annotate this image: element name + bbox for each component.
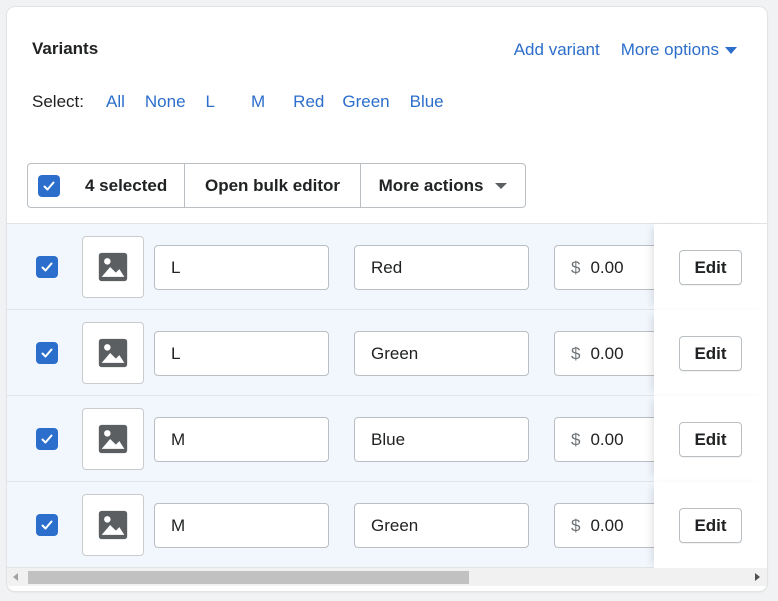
price-input[interactable]: $0.00 [554,503,664,548]
scroll-right-arrow-icon[interactable] [755,573,760,581]
variants-table: L Red $0.00 Edit L Green $0.00 Edit M Bl… [7,223,767,569]
select-filter-row: Select: All None L M Red Green Blue [32,92,464,112]
caret-down-icon [725,46,737,54]
bulk-actions-bar: 4 selected Open bulk editor More actions [27,163,526,208]
select-none-link[interactable]: None [145,92,186,112]
currency-symbol: $ [571,343,581,363]
currency-symbol: $ [571,257,581,277]
select-blue-link[interactable]: Blue [410,92,444,112]
color-input[interactable]: Green [354,503,529,548]
price-value: 0.00 [590,429,624,449]
more-options-label: More options [620,40,719,59]
price-value: 0.00 [590,343,624,363]
select-red-link[interactable]: Red [293,92,324,112]
color-input[interactable]: Blue [354,417,529,462]
price-value: 0.00 [590,515,624,535]
scroll-left-arrow-icon[interactable] [13,573,18,581]
color-input[interactable]: Green [354,331,529,376]
row-checkbox[interactable] [36,342,58,364]
size-input[interactable]: L [154,245,329,290]
variant-image-button[interactable] [82,236,144,298]
select-all-link[interactable]: All [106,92,125,112]
select-all-checkbox[interactable] [38,174,60,197]
edit-button[interactable]: Edit [679,336,742,371]
size-value: L [171,257,181,277]
edit-button[interactable]: Edit [679,422,742,457]
variant-image-button[interactable] [82,322,144,384]
edit-column: Edit [654,224,767,310]
size-input[interactable]: M [154,503,329,548]
selected-count: 4 selected [85,175,168,195]
checkmark-icon [41,262,53,272]
size-input[interactable]: L [154,331,329,376]
checkmark-icon [41,348,53,358]
variant-image-button[interactable] [82,408,144,470]
currency-symbol: $ [571,515,581,535]
select-m-link[interactable]: M [251,92,265,112]
header-actions: Add variant More options [514,40,737,60]
table-row: L Green $0.00 Edit [7,310,767,396]
table-row: L Red $0.00 Edit [7,224,767,310]
price-input[interactable]: $0.00 [554,417,664,462]
select-green-link[interactable]: Green [342,92,389,112]
color-value: Blue [371,429,406,449]
color-value: Green [371,343,419,363]
more-actions-label: More actions [378,175,484,195]
scrollbar-thumb[interactable] [28,571,469,584]
image-icon [98,510,128,540]
card-title: Variants [32,39,99,58]
caret-down-icon [495,182,508,189]
horizontal-scrollbar[interactable] [7,568,767,586]
color-value: Green [371,515,419,535]
edit-column: Edit [654,482,767,568]
edit-button[interactable]: Edit [679,250,742,285]
select-label: Select: [32,92,84,111]
row-checkbox[interactable] [36,256,58,278]
checkmark-icon [41,520,53,530]
table-row: M Blue $0.00 Edit [7,396,767,482]
price-input[interactable]: $0.00 [554,331,664,376]
color-input[interactable]: Red [354,245,529,290]
row-checkbox[interactable] [36,514,58,536]
bulk-select-segment[interactable]: 4 selected [28,164,185,207]
price-input[interactable]: $0.00 [554,245,664,290]
checkmark-icon [41,434,53,444]
checkmark-icon [43,181,55,190]
row-checkbox[interactable] [36,428,58,450]
table-row: M Green $0.00 Edit [7,482,767,568]
size-value: M [171,515,186,535]
variant-image-button[interactable] [82,494,144,556]
select-l-link[interactable]: L [206,92,215,112]
image-icon [98,424,128,454]
open-bulk-editor-label: Open bulk editor [204,175,341,195]
add-variant-link[interactable]: Add variant [514,40,600,60]
edit-column: Edit [654,396,767,482]
variants-card: Variants Add variant More options Select… [7,7,767,591]
more-actions-button[interactable]: More actions [361,164,525,207]
edit-column: Edit [654,310,767,396]
more-options-button[interactable]: More options [621,40,737,60]
price-value: 0.00 [590,257,624,277]
size-input[interactable]: M [154,417,329,462]
open-bulk-editor-button[interactable]: Open bulk editor [185,164,361,207]
image-icon [98,338,128,368]
color-value: Red [371,257,403,277]
image-icon [98,252,128,282]
size-value: L [171,343,181,363]
edit-button[interactable]: Edit [679,508,742,543]
size-value: M [171,429,186,449]
currency-symbol: $ [571,429,581,449]
